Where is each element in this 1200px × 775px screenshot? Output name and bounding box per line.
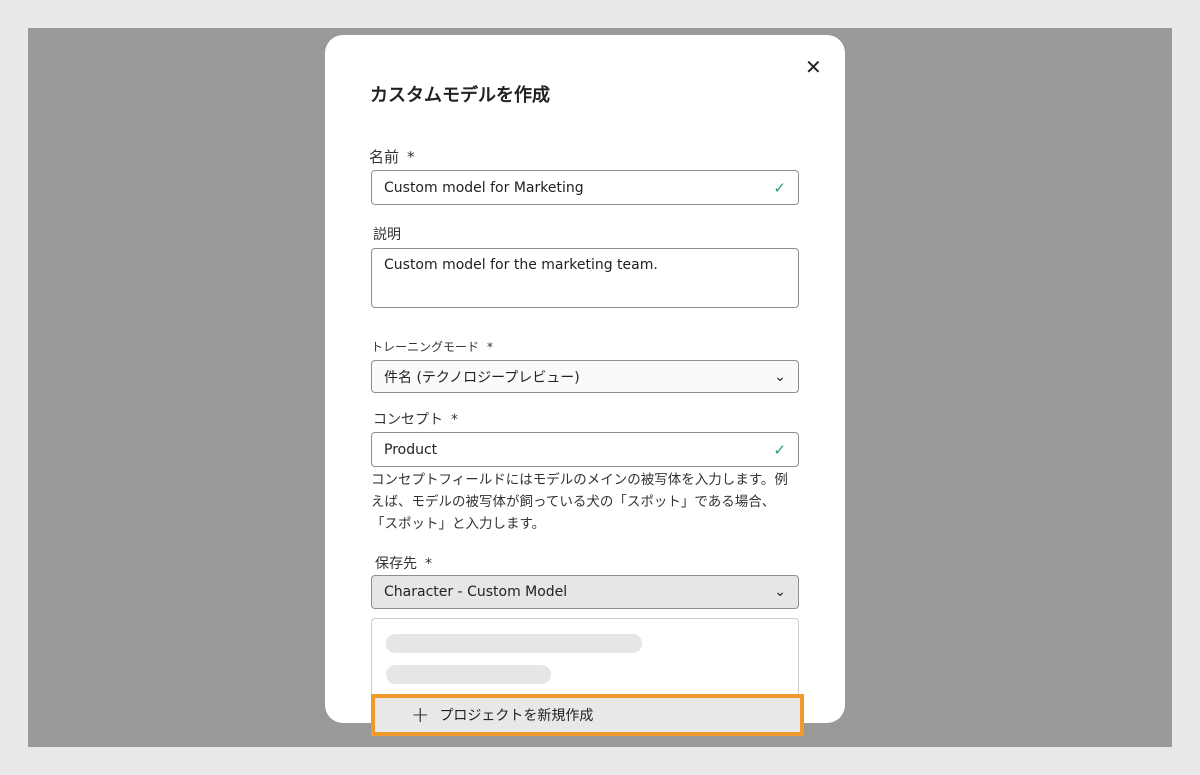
- description-value: Custom model for the marketing team.: [384, 257, 658, 273]
- required-mark: *: [425, 556, 432, 572]
- name-input[interactable]: Custom model for Marketing ✓: [371, 170, 799, 205]
- chevron-down-icon: ⌄: [774, 368, 786, 385]
- close-icon[interactable]: ✕: [805, 55, 822, 79]
- checkmark-icon: ✓: [773, 440, 786, 459]
- concept-label-text: コンセプト: [373, 412, 443, 428]
- chevron-down-icon: ⌄: [774, 584, 786, 600]
- concept-label: コンセプト *: [373, 409, 458, 429]
- plus-icon: +: [411, 702, 430, 728]
- required-mark: *: [407, 148, 415, 166]
- checkmark-icon: ✓: [773, 178, 786, 197]
- training-mode-select[interactable]: 件名 (テクノロジープレビュー) ⌄: [371, 360, 799, 393]
- training-mode-label: トレーニングモード *: [371, 338, 493, 355]
- destination-value: Character - Custom Model: [384, 584, 568, 600]
- destination-label-text: 保存先: [375, 556, 417, 572]
- new-project-menu-item[interactable]: + プロジェクトを新規作成: [371, 694, 804, 736]
- name-label: 名前 *: [369, 146, 415, 167]
- concept-value: Product: [384, 441, 438, 458]
- loading-placeholder: [386, 634, 642, 653]
- new-project-label: プロジェクトを新規作成: [439, 708, 594, 724]
- loading-placeholder: [386, 665, 551, 684]
- description-label: 説明: [373, 227, 401, 243]
- destination-label: 保存先 *: [375, 553, 432, 573]
- dialog-title: カスタムモデルを作成: [370, 85, 550, 106]
- destination-select[interactable]: Character - Custom Model ⌄: [371, 575, 799, 609]
- concept-input[interactable]: Product ✓: [371, 432, 799, 467]
- name-label-text: 名前: [369, 148, 400, 166]
- required-mark: *: [487, 340, 494, 354]
- training-mode-label-text: トレーニングモード: [371, 340, 480, 354]
- training-mode-value: 件名 (テクノロジープレビュー): [384, 369, 580, 386]
- required-mark: *: [451, 412, 458, 428]
- name-value: Custom model for Marketing: [384, 179, 584, 196]
- description-textarea[interactable]: Custom model for the marketing team.: [371, 248, 799, 308]
- concept-help-text: コンセプトフィールドにはモデルのメインの被写体を入力します。例えば、モデルの被写…: [371, 472, 788, 532]
